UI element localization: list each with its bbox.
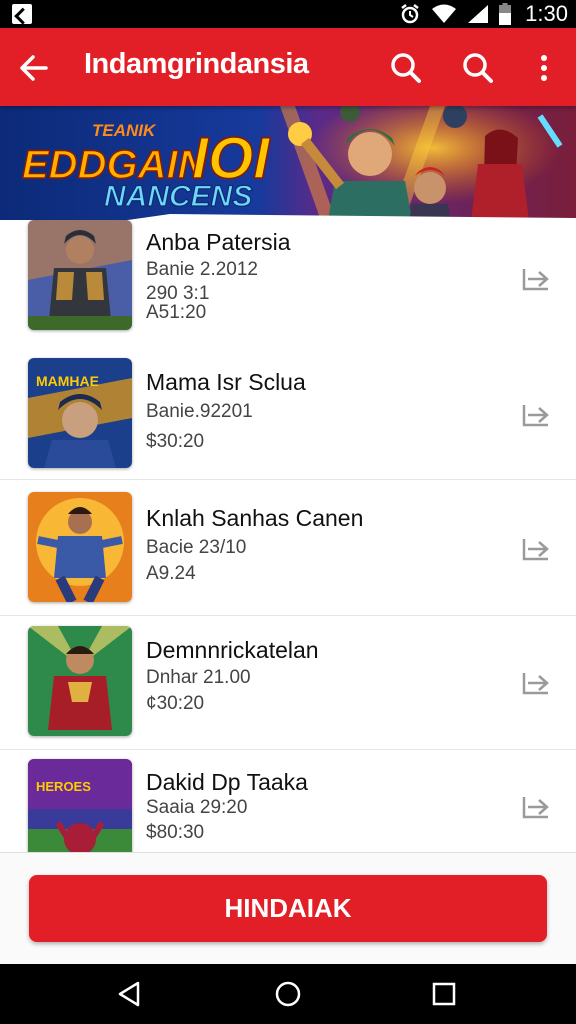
svg-text:HEROES: HEROES [36, 779, 91, 794]
item-subtitle: Bacie 23/10 [146, 537, 247, 558]
list-item[interactable]: Knlah Sanhas Canen Bacie 23/10 A9.24 [0, 482, 576, 616]
banner-text-1: TEANIK [92, 121, 157, 140]
list-item[interactable]: Demnnrickatelan Dnhar 21.00 ¢30:20 [0, 616, 576, 750]
nav-recents-icon[interactable] [428, 978, 460, 1010]
item-title: Dakid Dp Taaka [146, 769, 308, 795]
primary-action-button[interactable]: HINDAIAK [29, 875, 547, 942]
page-title: Indamgrindansia [84, 48, 309, 80]
item-title: Anba Patersia [146, 229, 291, 255]
nav-home-icon[interactable] [272, 978, 304, 1010]
banner-text-4: NANCENS [104, 180, 252, 213]
game-thumbnail [28, 626, 132, 736]
share-arrow-icon[interactable] [520, 791, 552, 823]
item-subtitle: Banie.92201 [146, 401, 253, 422]
item-title: Demnnrickatelan [146, 637, 319, 663]
notification-icon [12, 4, 32, 24]
share-arrow-icon[interactable] [520, 667, 552, 699]
search-icon[interactable] [458, 48, 498, 88]
item-subtitle: Banie 2.2012 [146, 259, 258, 280]
item-price: $30:20 [146, 431, 205, 452]
share-arrow-icon[interactable] [520, 533, 552, 565]
item-subtitle: Dnhar 21.00 [146, 667, 251, 688]
battery-icon [499, 3, 512, 25]
item-title: Knlah Sanhas Canen [146, 505, 364, 531]
game-list: Anba Patersia Banie 2.2012 290 3:1 A51:2… [0, 220, 576, 852]
game-thumbnail [28, 492, 132, 602]
game-thumbnail: MAMHAE [28, 358, 132, 468]
app-bar: Indamgrindansia [0, 28, 576, 106]
more-vert-icon[interactable] [524, 48, 564, 88]
status-bar: 1:30 [0, 0, 576, 28]
svg-text:MAMHAE: MAMHAE [36, 373, 99, 389]
item-price: $80:30 [146, 822, 205, 843]
item-price: A51:20 [146, 302, 207, 323]
back-arrow-icon[interactable] [14, 48, 54, 88]
item-title: Mama Isr Sclua [146, 369, 306, 395]
item-subtitle: Saaia 29:20 [146, 797, 248, 818]
bottom-action-area: HINDAIAK [0, 852, 576, 964]
list-item[interactable]: HEROES Dakid Dp Taaka Saaia 29:20 $80:30 [0, 750, 576, 852]
alarm-icon [401, 4, 419, 24]
search-icon[interactable] [386, 48, 426, 88]
nav-back-icon[interactable] [114, 978, 146, 1010]
share-arrow-icon[interactable] [520, 399, 552, 431]
item-price: ¢30:20 [146, 693, 205, 714]
system-nav-bar [0, 964, 576, 1024]
status-time: 1:30 [525, 1, 568, 26]
signal-icon [468, 5, 489, 23]
item-price: A9.24 [146, 563, 196, 584]
wifi-icon [432, 4, 457, 23]
list-item[interactable]: Anba Patersia Banie 2.2012 290 3:1 A51:2… [0, 220, 576, 354]
game-thumbnail: HEROES [28, 759, 132, 852]
game-thumbnail [28, 220, 132, 330]
list-item[interactable]: MAMHAE Mama Isr Sclua Banie.92201 $30:20 [0, 346, 576, 480]
share-arrow-icon[interactable] [520, 263, 552, 295]
